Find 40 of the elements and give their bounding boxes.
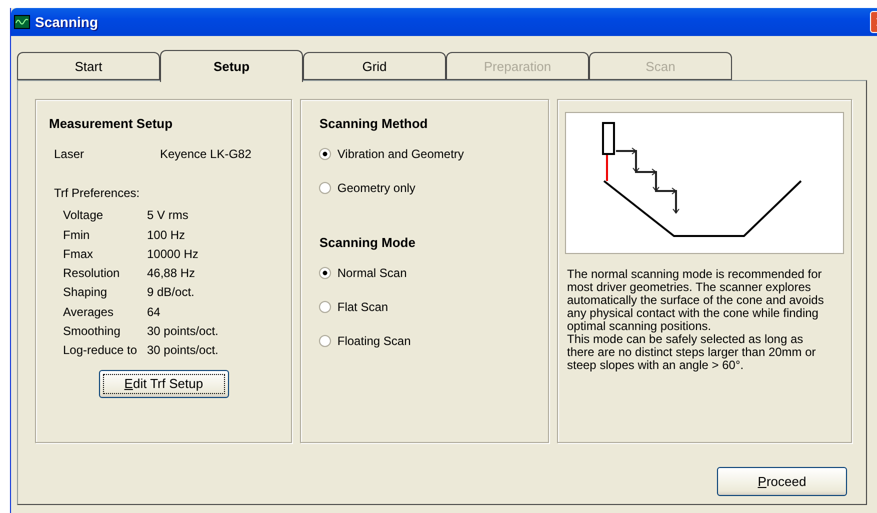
group-heading: Measurement Setup	[49, 116, 174, 131]
field-label: Voltage	[63, 207, 104, 224]
field-value: 100 Hz	[147, 226, 186, 244]
field-label: Log-reduce to	[63, 342, 138, 360]
radio-label[interactable]: Geometry only	[337, 180, 416, 194]
radio-button[interactable]	[319, 182, 332, 194]
radio-label[interactable]: Floating Scan	[337, 334, 411, 348]
tab[interactable]: Setup	[160, 50, 303, 82]
field-label: Shaping	[63, 284, 108, 302]
field-value: Keyence LK-G82	[160, 146, 252, 163]
mode-description: The normal scanning mode is recommended for most driver geometries. The scanner explores automatically the surface of the cone and avoids any physical contact with the cone while finding optimal scanning positions. This mode can be safely selected as long as there are no distinct steps larger than 20mm or steep slopes with an angle > 60°.	[566, 268, 825, 372]
field-label: Fmax	[63, 246, 94, 263]
field-value: 10000 Hz	[147, 246, 200, 263]
window-title: Scanning	[35, 14, 100, 30]
section-label: Trf Preferences:	[53, 186, 141, 200]
field-label: Smoothing	[63, 323, 122, 340]
radio-label[interactable]: Flat Scan	[337, 300, 388, 314]
radio-button[interactable]	[319, 300, 332, 312]
field-value: 30 points/oct.	[147, 342, 220, 360]
radio-label[interactable]: Normal Scan	[337, 266, 407, 280]
group-heading: Scanning Method	[319, 116, 429, 131]
field-label: Averages	[63, 304, 114, 321]
field-value: 9 dB/oct.	[147, 284, 196, 302]
waveform-icon	[14, 15, 30, 29]
field-value: 64	[147, 304, 162, 321]
radio-label[interactable]: Vibration and Geometry	[337, 146, 464, 160]
radio-button[interactable]	[319, 148, 332, 160]
field-label: Fmin	[63, 226, 91, 244]
radio-button[interactable]	[319, 334, 332, 346]
tab[interactable]: Start	[17, 52, 160, 80]
proceed-button[interactable]: Proceed	[717, 467, 847, 496]
field-label: Laser	[54, 146, 86, 163]
field-label: Resolution	[63, 265, 121, 282]
edit-trf-setup-button[interactable]: Edit Trf Setup	[98, 370, 229, 398]
tab[interactable]: Grid	[303, 52, 446, 80]
field-value: 46,88 Hz	[147, 265, 196, 282]
field-value: 5 V rms	[147, 207, 190, 224]
radio-button[interactable]	[319, 266, 332, 278]
group-heading: Scanning Mode	[319, 235, 416, 250]
field-value: 30 points/oct.	[147, 323, 220, 340]
